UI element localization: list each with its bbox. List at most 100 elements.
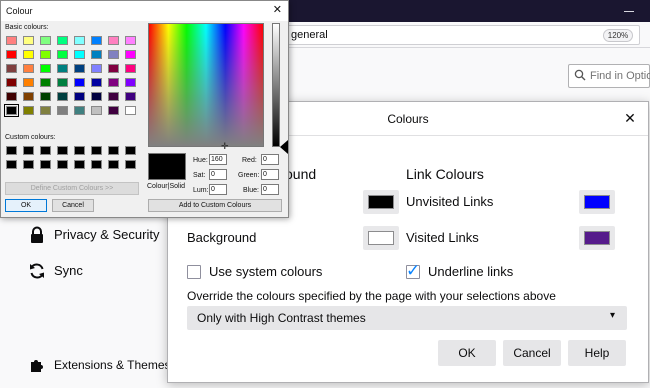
basic-colour-swatch[interactable]	[91, 78, 102, 87]
cancel-button[interactable]: Cancel	[52, 199, 94, 212]
custom-colour-swatch[interactable]	[108, 160, 119, 169]
basic-colour-swatch[interactable]	[108, 92, 119, 101]
underline-links-checkbox[interactable]: ✓	[406, 261, 420, 280]
sat-field[interactable]: 0	[209, 169, 227, 180]
basic-colour-swatch[interactable]	[6, 92, 17, 101]
custom-colour-swatch[interactable]	[108, 146, 119, 155]
close-icon[interactable]: ✕	[273, 4, 282, 16]
background-colour-button[interactable]	[363, 226, 399, 250]
sidebar-item-label: Sync	[54, 263, 83, 278]
visited-colour-fill	[584, 231, 610, 245]
basic-colour-swatch[interactable]	[6, 36, 17, 45]
basic-colour-swatch[interactable]	[91, 64, 102, 73]
find-in-options-input[interactable]: Find in Options	[568, 64, 650, 88]
basic-colour-swatch[interactable]	[125, 106, 136, 115]
custom-colour-swatch[interactable]	[57, 146, 68, 155]
zoom-indicator[interactable]: 120%	[603, 29, 633, 42]
basic-colour-swatch[interactable]	[125, 78, 136, 87]
basic-colour-swatch[interactable]	[4, 104, 19, 117]
basic-colour-swatch[interactable]	[108, 78, 119, 87]
basic-colour-swatch[interactable]	[125, 36, 136, 45]
basic-colour-swatch[interactable]	[74, 106, 85, 115]
custom-colour-swatch[interactable]	[74, 146, 85, 155]
override-colours-select[interactable]: Only with High Contrast themes ▾	[187, 306, 627, 330]
sidebar-item-privacy-security[interactable]: Privacy & Security	[28, 225, 168, 247]
sidebar-item-sync[interactable]: Sync	[28, 261, 128, 283]
custom-colour-swatch[interactable]	[23, 160, 34, 169]
add-to-custom-colours-button[interactable]: Add to Custom Colours	[148, 199, 282, 212]
basic-colour-swatch[interactable]	[57, 92, 68, 101]
basic-colour-swatch[interactable]	[23, 64, 34, 73]
basic-colour-swatch[interactable]	[125, 50, 136, 59]
basic-colour-swatch[interactable]	[6, 50, 17, 59]
green-field[interactable]: 0	[261, 169, 279, 180]
basic-colour-swatch[interactable]	[40, 106, 51, 115]
custom-colour-swatch[interactable]	[6, 160, 17, 169]
custom-colour-swatch[interactable]	[23, 146, 34, 155]
basic-colour-swatch[interactable]	[6, 78, 17, 87]
custom-colour-swatch[interactable]	[6, 146, 17, 155]
basic-colour-swatch[interactable]	[40, 64, 51, 73]
minimize-button[interactable]	[621, 4, 637, 18]
basic-colour-swatch[interactable]	[108, 106, 119, 115]
basic-colour-swatch[interactable]	[91, 92, 102, 101]
basic-colour-swatch[interactable]	[23, 78, 34, 87]
basic-colour-swatch[interactable]	[74, 36, 85, 45]
custom-colour-swatch[interactable]	[74, 160, 85, 169]
find-placeholder: Find in Options	[590, 70, 650, 82]
blue-field[interactable]: 0	[261, 184, 279, 195]
basic-colour-swatch[interactable]	[91, 50, 102, 59]
basic-colour-swatch[interactable]	[6, 64, 17, 73]
basic-colour-swatch[interactable]	[23, 106, 34, 115]
basic-colour-swatch[interactable]	[40, 78, 51, 87]
close-icon[interactable]: ✕	[622, 110, 638, 126]
basic-colour-swatch[interactable]	[74, 64, 85, 73]
basic-colour-swatch[interactable]	[23, 50, 34, 59]
basic-colour-swatch[interactable]	[108, 64, 119, 73]
basic-colour-swatch[interactable]	[74, 78, 85, 87]
luminosity-slider-arrow[interactable]	[280, 140, 288, 154]
link-colours-heading: Link Colours	[406, 166, 484, 182]
custom-colour-swatch[interactable]	[125, 160, 136, 169]
basic-colour-swatch[interactable]	[40, 50, 51, 59]
basic-colour-swatch[interactable]	[57, 50, 68, 59]
custom-colour-swatch[interactable]	[91, 160, 102, 169]
lum-field[interactable]: 0	[209, 184, 227, 195]
chevron-down-icon: ▾	[609, 310, 615, 321]
ok-button[interactable]: OK	[438, 340, 496, 366]
custom-colour-swatch[interactable]	[91, 146, 102, 155]
basic-colour-swatch[interactable]	[91, 106, 102, 115]
basic-colour-swatch[interactable]	[74, 92, 85, 101]
basic-colour-swatch[interactable]	[74, 50, 85, 59]
basic-colour-swatch[interactable]	[108, 36, 119, 45]
sidebar-item-extensions-themes[interactable]: Extensions & Themes	[28, 356, 171, 378]
use-system-colours-checkbox[interactable]	[187, 265, 201, 279]
text-colour-button[interactable]	[363, 190, 399, 214]
define-custom-colours-button[interactable]: Define Custom Colours >>	[5, 182, 139, 195]
basic-colour-swatch[interactable]	[108, 50, 119, 59]
basic-colour-swatch[interactable]	[57, 64, 68, 73]
custom-colour-swatch[interactable]	[40, 160, 51, 169]
visited-colour-button[interactable]	[579, 226, 615, 250]
basic-colour-swatch[interactable]	[57, 36, 68, 45]
basic-colour-swatch[interactable]	[91, 36, 102, 45]
basic-colour-swatch[interactable]	[57, 78, 68, 87]
cancel-button[interactable]: Cancel	[503, 340, 561, 366]
custom-colour-swatch[interactable]	[57, 160, 68, 169]
basic-colour-swatch[interactable]	[125, 64, 136, 73]
colour-spectrum[interactable]	[148, 23, 264, 147]
hue-field[interactable]: 160	[209, 154, 227, 165]
luminosity-bar[interactable]	[272, 23, 280, 147]
custom-colour-swatch[interactable]	[125, 146, 136, 155]
basic-colour-swatch[interactable]	[40, 92, 51, 101]
basic-colour-swatch[interactable]	[40, 36, 51, 45]
ok-button[interactable]: OK	[5, 199, 47, 212]
unvisited-colour-button[interactable]	[579, 190, 615, 214]
basic-colour-swatch[interactable]	[125, 92, 136, 101]
basic-colour-swatch[interactable]	[57, 106, 68, 115]
help-button[interactable]: Help	[568, 340, 626, 366]
custom-colour-swatch[interactable]	[40, 146, 51, 155]
basic-colour-swatch[interactable]	[23, 36, 34, 45]
basic-colour-swatch[interactable]	[23, 92, 34, 101]
red-field[interactable]: 0	[261, 154, 279, 165]
